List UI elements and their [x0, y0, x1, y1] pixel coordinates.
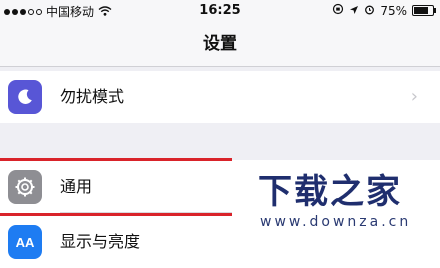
settings-row-label: 显示与亮度 [60, 232, 141, 251]
watermark-url: www.downza.cn [260, 214, 412, 230]
moon-icon [8, 80, 42, 114]
settings-row-do-not-disturb[interactable]: 勿扰模式 › [0, 71, 440, 123]
display-icon-text: AA [15, 234, 35, 250]
battery-fill [414, 7, 428, 14]
rotation-lock-icon [332, 3, 344, 18]
status-right: 75% [332, 3, 436, 18]
watermark-title: 下载之家 [258, 172, 402, 212]
alarm-icon [364, 4, 375, 18]
navigation-bar: 设置 [0, 22, 440, 67]
display-brightness-icon: AA [8, 225, 42, 259]
battery-icon [412, 5, 436, 16]
page-title: 设置 [203, 34, 237, 54]
status-bar: 中国移动 16:25 75% [0, 0, 440, 22]
settings-row-label: 勿扰模式 [60, 87, 125, 106]
location-arrow-icon [349, 4, 359, 18]
settings-row-label: 通用 [60, 177, 93, 196]
battery-percent: 75% [380, 3, 407, 18]
chevron-right-icon: › [410, 86, 418, 107]
gear-icon [8, 170, 42, 204]
watermark-logo: 下载之家 www.downza.cn [232, 160, 440, 246]
